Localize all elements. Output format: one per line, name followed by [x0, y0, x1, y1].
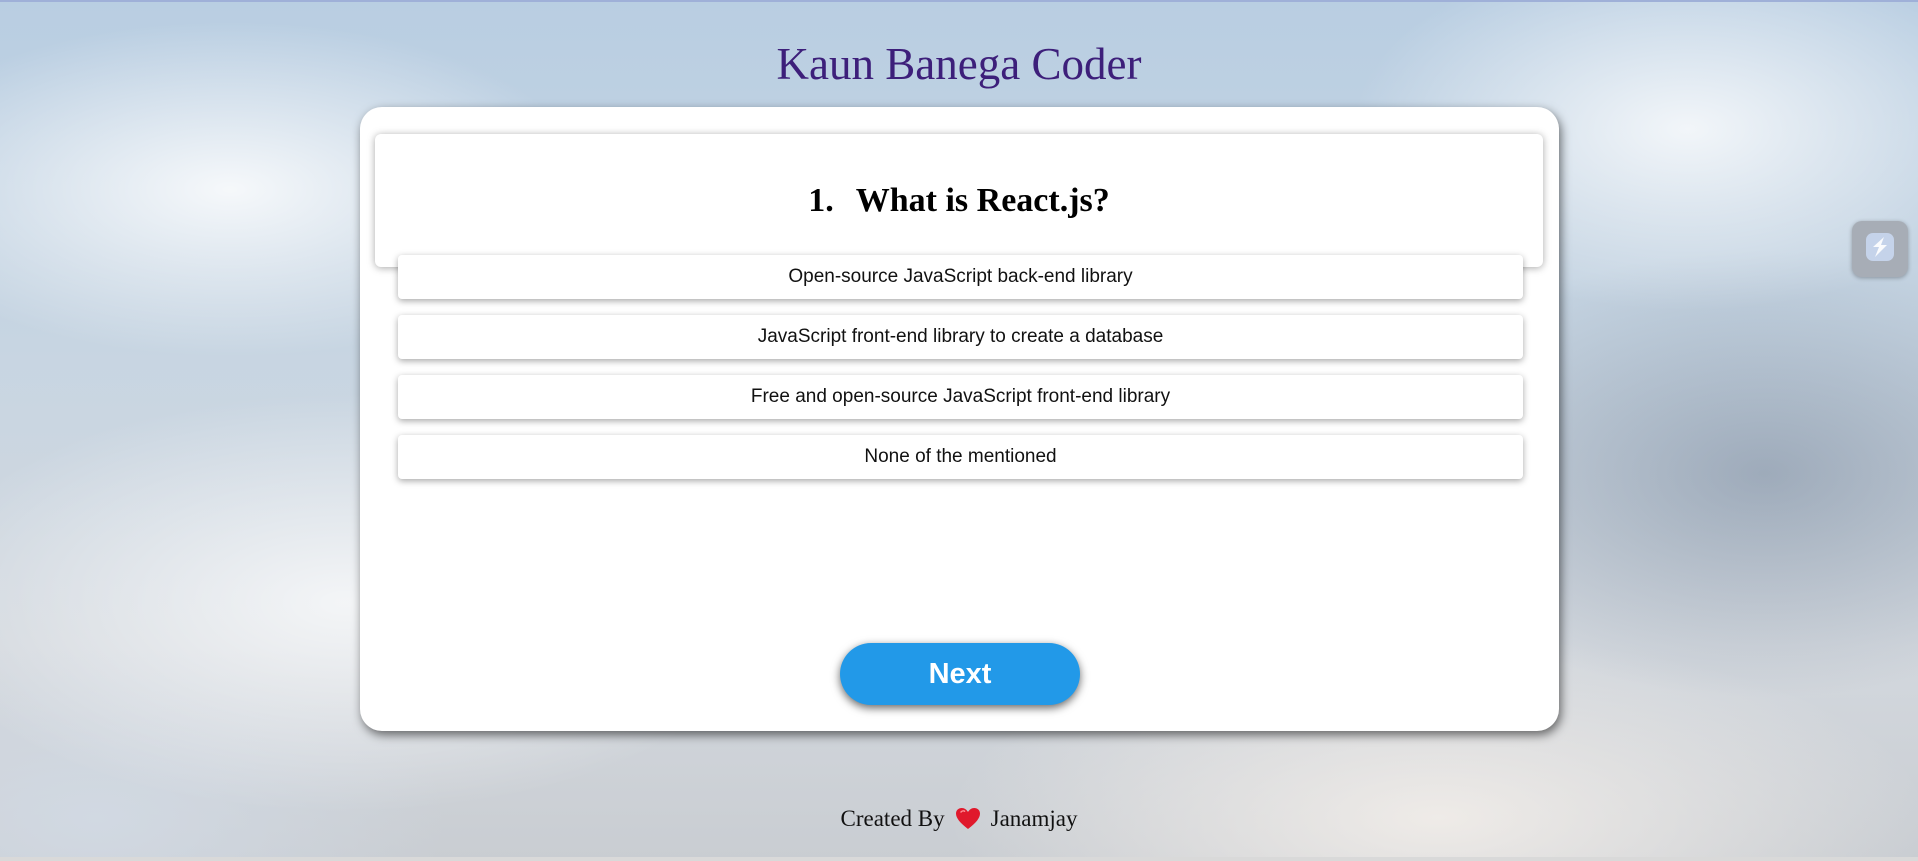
- app-title: Kaun Banega Coder: [776, 39, 1142, 89]
- answer-option-1[interactable]: Open-source JavaScript back-end library: [398, 255, 1523, 299]
- footer: Created By Janamjay: [0, 806, 1918, 832]
- question-box: 1. What is React.js?: [375, 134, 1543, 267]
- heart-icon: [955, 807, 981, 831]
- window-bottom-border: [0, 857, 1918, 861]
- footer-prefix: Created By: [840, 806, 945, 831]
- answer-option-3[interactable]: Free and open-source JavaScript front-en…: [398, 375, 1523, 419]
- next-button[interactable]: Next: [840, 643, 1080, 705]
- window-top-border: [0, 0, 1918, 2]
- side-widget-button[interactable]: [1852, 221, 1908, 277]
- question-heading: 1. What is React.js?: [808, 182, 1110, 220]
- answer-option-2[interactable]: JavaScript front-end library to create a…: [398, 315, 1523, 359]
- footer-author: Janamjay: [990, 806, 1078, 831]
- quiz-card: 1. What is React.js? Open-source JavaScri…: [360, 107, 1559, 731]
- lightning-icon: [1863, 230, 1897, 269]
- question-text: What is React.js?: [855, 181, 1110, 219]
- question-number: 1.: [808, 181, 834, 219]
- answer-option-4[interactable]: None of the mentioned: [398, 435, 1523, 479]
